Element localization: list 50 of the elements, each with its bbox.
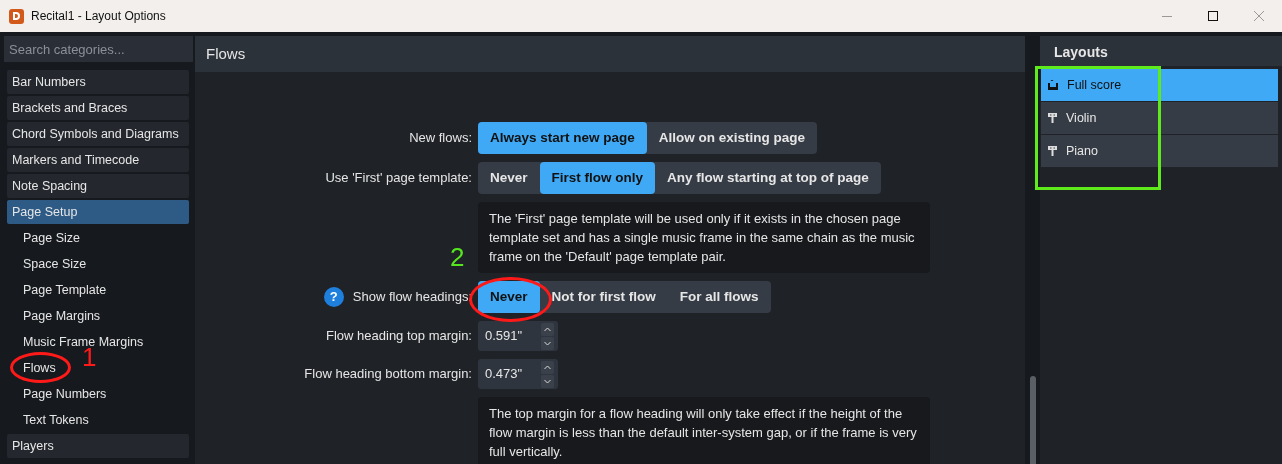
stand-icon: [1047, 145, 1058, 157]
subcategory-item[interactable]: Page Size: [7, 226, 83, 250]
number-field[interactable]: 0.591": [478, 321, 558, 351]
subcategory-item[interactable]: Page Margins: [7, 304, 104, 328]
chevron-up-icon[interactable]: [541, 322, 554, 336]
category-item[interactable]: Page Setup: [7, 200, 189, 224]
annotation-number: 2: [450, 243, 465, 271]
subcategory-item[interactable]: Text Tokens: [7, 408, 92, 432]
stand-icon: [1047, 112, 1058, 124]
panel-header: Layouts: [1040, 36, 1282, 66]
scrollbar-thumb[interactable]: [1029, 376, 1036, 464]
ensemble-icon: [1047, 79, 1059, 91]
field-label: Flow heading top margin:: [326, 327, 472, 346]
category-item[interactable]: Markers and Timecode: [7, 148, 189, 172]
section-header: Flows: [195, 36, 1025, 72]
category-item[interactable]: Chord Symbols and Diagrams: [7, 122, 189, 146]
subcategory-item[interactable]: Flows: [7, 356, 59, 380]
category-item[interactable]: Players: [7, 434, 189, 458]
field-label: Use 'First' page template:: [325, 169, 472, 188]
chevron-up-icon[interactable]: [541, 360, 554, 374]
subcategory-item[interactable]: Page Numbers: [7, 382, 110, 406]
help-icon[interactable]: ?: [323, 287, 344, 307]
annotation-ellipse: [10, 352, 71, 383]
layout-item[interactable]: Violin: [1041, 102, 1278, 134]
segment-option[interactable]: Always start new page: [478, 122, 647, 154]
chevron-down-icon[interactable]: [541, 374, 554, 388]
search-field[interactable]: Search categories...: [4, 36, 193, 62]
layout-item[interactable]: Full score: [1041, 69, 1278, 101]
subcategory-item[interactable]: Space Size: [7, 252, 90, 276]
field-label: Flow heading bottom margin:: [304, 365, 472, 384]
subcategory-item[interactable]: Page Template: [7, 278, 110, 302]
layout-item[interactable]: Piano: [1041, 135, 1278, 167]
info-note: The top margin for a flow heading will only take effect if the height of the flow margin is less than the default inter-system gap, or if the frame is very full vertically.: [478, 397, 930, 464]
segment-option[interactable]: First flow only: [539, 162, 656, 194]
segment-option[interactable]: Not for first flow: [539, 281, 668, 313]
window-title: Recital1 - Layout Options: [31, 8, 166, 25]
field-label: New flows:: [409, 129, 472, 148]
info-note: The 'First' page template will be used only if it exists in the chosen page template set and has a single music frame in the same chain as the music frame on the 'Default' page template pair.: [478, 202, 930, 273]
category-item[interactable]: Brackets and Braces: [7, 96, 189, 120]
chevron-down-icon[interactable]: [541, 336, 554, 350]
close-icon: [1254, 11, 1264, 21]
category-item[interactable]: Note Spacing: [7, 174, 189, 198]
segment-option[interactable]: For all flows: [667, 281, 771, 313]
category-item[interactable]: Bar Numbers: [7, 70, 189, 94]
segment-option[interactable]: Allow on existing page: [646, 122, 818, 154]
segment-option[interactable]: Never: [478, 162, 540, 194]
app-logo-icon: [9, 8, 24, 24]
number-field[interactable]: 0.473": [478, 359, 558, 389]
segment-option[interactable]: Never: [478, 281, 540, 313]
segment-option[interactable]: Any flow starting at top of page: [655, 162, 881, 194]
